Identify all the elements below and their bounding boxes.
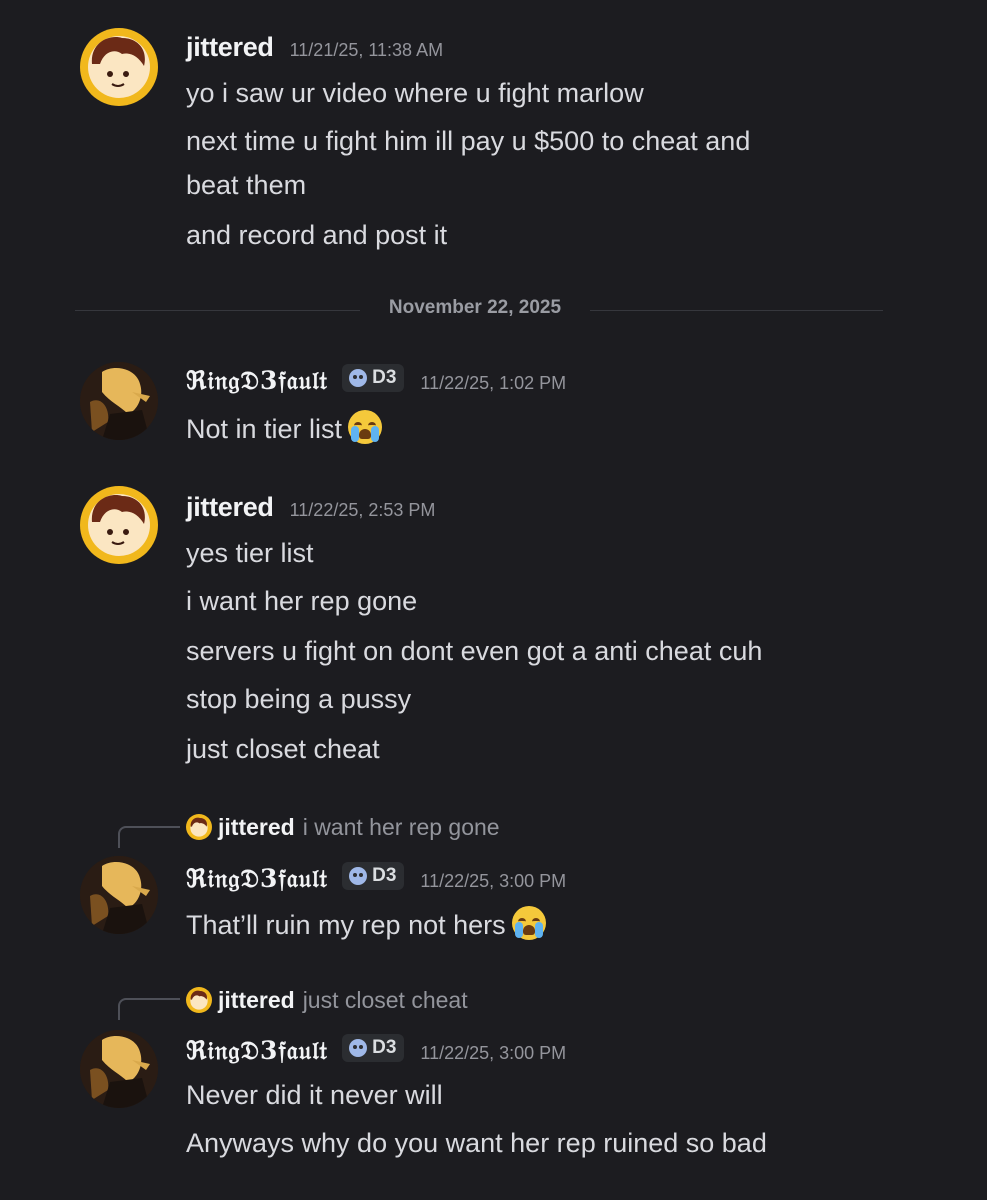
message-text: servers u fight on dont even got a anti … — [186, 636, 763, 666]
reply-preview[interactable]: jittered i want her rep gone — [186, 812, 500, 842]
timestamp[interactable]: 11/22/25, 3:00 PM — [420, 871, 566, 892]
message-text: beat them — [186, 170, 307, 200]
message-text: i want her rep gone — [186, 586, 418, 616]
message-text: yes tier list — [186, 538, 314, 568]
message-text: Not in tier list — [186, 410, 383, 446]
message-header: ℜ𝔦𝔫𝔤𝔇3𝔣𝔞𝔲𝔩𝔱 D3 11/22/25, 3:00 PM — [186, 862, 566, 896]
timestamp[interactable]: 11/22/25, 3:00 PM — [420, 1043, 566, 1064]
user-avatar-icon — [88, 494, 150, 556]
guild-tag[interactable]: D3 — [342, 364, 405, 392]
skull-icon — [349, 1039, 368, 1057]
message-header: jittered 11/21/25, 11:38 AM — [186, 32, 443, 64]
avatar[interactable] — [80, 486, 158, 564]
message-text-content: Not in tier list — [186, 414, 343, 444]
reply-username: jittered — [218, 813, 295, 840]
timestamp[interactable]: 11/21/25, 11:38 AM — [290, 40, 443, 61]
guild-tag[interactable]: D3 — [342, 862, 405, 890]
reply-spine — [118, 826, 180, 848]
username[interactable]: jittered — [186, 492, 274, 523]
timestamp[interactable]: 11/22/25, 2:53 PM — [290, 500, 436, 521]
message-header: ℜ𝔦𝔫𝔤𝔇3𝔣𝔞𝔲𝔩𝔱 D3 11/22/25, 3:00 PM — [186, 1034, 566, 1068]
date-divider-label: November 22, 2025 — [360, 297, 590, 319]
guild-tag-label: D3 — [372, 367, 397, 388]
user-avatar-icon — [80, 362, 158, 440]
username[interactable]: ℜ𝔦𝔫𝔤𝔇3𝔣𝔞𝔲𝔩𝔱 — [186, 1036, 328, 1066]
loudly-crying-face-icon[interactable] — [511, 906, 546, 940]
message-text-content: That’ll ruin my rep not hers — [186, 910, 506, 940]
message-text: Never did it never will — [186, 1080, 443, 1110]
message-text: yo i saw ur video where u fight marlow — [186, 78, 644, 108]
user-avatar-icon — [88, 36, 150, 98]
avatar[interactable] — [80, 362, 158, 440]
skull-icon — [349, 867, 368, 885]
message-text: just closet cheat — [186, 734, 380, 764]
username[interactable]: ℜ𝔦𝔫𝔤𝔇3𝔣𝔞𝔲𝔩𝔱 — [186, 366, 328, 396]
message-header: ℜ𝔦𝔫𝔤𝔇3𝔣𝔞𝔲𝔩𝔱 D3 11/22/25, 1:02 PM — [186, 364, 566, 398]
reply-spine — [118, 998, 180, 1020]
message-text: next time u fight him ill pay u $500 to … — [186, 126, 751, 156]
username[interactable]: jittered — [186, 32, 274, 63]
guild-tag-label: D3 — [372, 865, 397, 886]
avatar[interactable] — [80, 28, 158, 106]
guild-tag-label: D3 — [372, 1037, 397, 1058]
avatar[interactable] — [80, 1030, 158, 1108]
username[interactable]: ℜ𝔦𝔫𝔤𝔇3𝔣𝔞𝔲𝔩𝔱 — [186, 864, 328, 894]
loudly-crying-face-icon[interactable] — [348, 410, 383, 444]
user-avatar-icon — [80, 1030, 158, 1108]
chat-log: jittered 11/21/25, 11:38 AM yo i saw ur … — [0, 0, 987, 1200]
reply-text: i want her rep gone — [302, 813, 500, 840]
reply-text: just closet cheat — [302, 986, 468, 1013]
message-header: jittered 11/22/25, 2:53 PM — [186, 492, 435, 524]
reply-preview[interactable]: jittered just closet cheat — [186, 985, 468, 1015]
message-text: and record and post it — [186, 220, 448, 250]
user-avatar-icon — [80, 856, 158, 934]
guild-tag[interactable]: D3 — [342, 1034, 405, 1062]
message-text: That’ll ruin my rep not hers — [186, 906, 546, 942]
skull-icon — [349, 369, 368, 387]
avatar[interactable] — [80, 856, 158, 934]
reply-username: jittered — [218, 986, 295, 1013]
message-text: Anyways why do you want her rep ruined s… — [186, 1128, 767, 1158]
reply-avatar-icon — [186, 814, 212, 840]
reply-avatar-icon — [186, 987, 212, 1013]
message-text: stop being a pussy — [186, 684, 412, 714]
timestamp[interactable]: 11/22/25, 1:02 PM — [420, 373, 566, 394]
